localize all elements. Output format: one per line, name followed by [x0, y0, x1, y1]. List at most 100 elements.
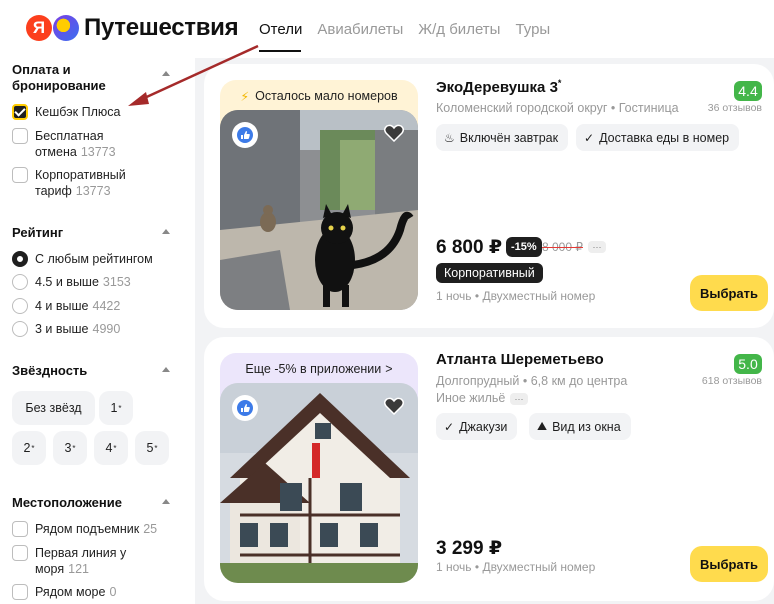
option-label: тариф [35, 184, 72, 198]
hotel-card[interactable]: Еще -5% в приложении > Атланта Шереметье… [204, 337, 774, 601]
radio-checked[interactable] [12, 251, 28, 267]
nav-flights[interactable]: Авиабилеты [317, 21, 403, 38]
collapse-chevron-icon[interactable] [162, 71, 170, 76]
stars-5-button[interactable]: 5 * [135, 431, 169, 465]
badge-text: Еще -5% в приложении [245, 362, 382, 376]
option-label: отмена [35, 145, 77, 159]
filter-rating-4-5[interactable]: 4.5 и выше 3153 [12, 274, 131, 290]
checkbox[interactable] [12, 128, 28, 144]
filter-cashback-plus[interactable]: Кешбэк Плюса [12, 104, 120, 120]
hotel-photo-block[interactable]: ⚡ Осталось мало номеров [220, 80, 418, 310]
checkbox[interactable] [12, 521, 28, 537]
hotel-name[interactable]: ЭкоДеревушка 3* [436, 78, 561, 96]
like-badge[interactable] [232, 395, 258, 421]
nav-tours[interactable]: Туры [515, 21, 550, 38]
option-count: 0 [109, 585, 117, 599]
filter-first-line-sea[interactable]: Первая линия у моря 121 [12, 545, 126, 577]
select-button[interactable]: Выбрать [690, 275, 768, 311]
option-count: 4990 [92, 322, 121, 336]
filter-near-sea[interactable]: Рядом море 0 [12, 584, 116, 600]
more-options-icon[interactable]: ··· [510, 393, 528, 405]
amenity-window-view: ⛰ Вид из окна [529, 413, 631, 440]
discount-badge: -15% [506, 237, 542, 257]
filter-payment-title-line2: бронирование [12, 78, 106, 93]
stars-1-button[interactable]: 1 * [99, 391, 133, 425]
rating-badge: 4.4 [734, 81, 762, 101]
hotel-name-text: ЭкоДеревушка 3 [436, 79, 558, 96]
filters-sidebar: Оплата и бронирование Кешбэк Плюса Беспл… [0, 58, 195, 604]
star-mark: * [72, 443, 76, 453]
hotel-type-row: Иное жильё [436, 391, 505, 405]
option-label: Кешбэк Плюса [35, 105, 121, 119]
star-value: 1 [110, 401, 118, 415]
reviews-count[interactable]: 618 отзывов [702, 375, 762, 387]
hotel-location: Коломенский городской округ • Гостиница [436, 101, 679, 115]
reviews-count[interactable]: 36 отзывов [708, 102, 762, 114]
filter-corporate-rate[interactable]: Корпоративный тариф 13773 [12, 167, 126, 199]
checkbox[interactable] [12, 545, 28, 561]
option-label: моря [35, 562, 65, 576]
filter-near-lift[interactable]: Рядом подъемник 25 [12, 521, 157, 537]
filter-rating-title[interactable]: Рейтинг [12, 225, 63, 241]
logo-text: Путешествия [84, 14, 239, 41]
room-type: Двухместный номер [482, 289, 596, 303]
option-count: 13773 [80, 145, 116, 159]
option-label: 4.5 и выше [35, 275, 99, 289]
collapse-chevron-icon[interactable] [162, 367, 170, 372]
nights-count: 1 ночь [436, 289, 472, 303]
star-mark: * [154, 443, 158, 453]
more-options-icon[interactable]: ··· [588, 241, 606, 253]
chevron-right-icon: > [385, 362, 393, 376]
hotel-card[interactable]: ⚡ Осталось мало номеров ЭкоДеревушка 3* … [204, 64, 774, 328]
lightning-icon: ⚡ [240, 90, 250, 104]
logo[interactable]: Я Путешествия [26, 14, 239, 42]
hotel-name[interactable]: Атланта Шереметьево [436, 351, 604, 368]
hotel-photo[interactable] [220, 110, 418, 310]
collapse-chevron-icon[interactable] [162, 499, 170, 504]
like-badge[interactable] [232, 122, 258, 148]
globe-logo-icon [53, 15, 79, 41]
checkbox[interactable] [12, 584, 28, 600]
nav-hotels[interactable]: Отели [259, 21, 302, 38]
collapse-chevron-icon[interactable] [162, 229, 170, 234]
filter-rating-4[interactable]: 4 и выше 4422 [12, 298, 120, 314]
filter-free-cancellation[interactable]: Бесплатная отмена 13773 [12, 128, 116, 160]
room-type: Двухместный номер [482, 560, 596, 574]
filter-rating-any[interactable]: С любым рейтингом [12, 251, 153, 267]
stars-2-button[interactable]: 2 * [12, 431, 46, 465]
amenity-label: Джакузи [459, 419, 508, 434]
stars-4-button[interactable]: 4 * [94, 431, 128, 465]
filter-stars-title[interactable]: Звёздность [12, 363, 87, 379]
option-count: 3153 [102, 275, 131, 289]
old-price: 8 000 ₽ [542, 240, 583, 254]
main-nav: Отели Авиабилеты Ж/д билеты Туры [259, 21, 550, 38]
rating-badge: 5.0 [734, 354, 762, 374]
checkbox[interactable] [12, 167, 28, 183]
filter-rating-3[interactable]: 3 и выше 4990 [12, 321, 120, 337]
filter-location-title[interactable]: Местоположение [12, 495, 122, 511]
checkbox-checked[interactable] [12, 104, 28, 120]
stars-3-button[interactable]: 3 * [53, 431, 87, 465]
hotel-photo[interactable] [220, 383, 418, 583]
stay-details: 1 ночь • Двухместный номер [436, 289, 596, 303]
hotel-location: Долгопрудный • 6,8 км до центра [436, 374, 628, 388]
filter-payment-title[interactable]: Оплата и бронирование [12, 62, 106, 94]
star-mark: * [31, 443, 35, 453]
favorite-heart-icon[interactable] [384, 397, 404, 415]
price: 3 299 ₽ [436, 538, 503, 559]
nav-trains[interactable]: Ж/д билеты [418, 21, 500, 38]
option-label: 4 и выше [35, 299, 89, 313]
select-button[interactable]: Выбрать [690, 546, 768, 582]
option-label: Корпоративный [35, 168, 126, 182]
radio[interactable] [12, 274, 28, 290]
thumbs-up-icon [237, 400, 253, 416]
badge-text: Осталось мало номеров [255, 89, 398, 103]
star-value: 4 [105, 441, 113, 455]
favorite-heart-icon[interactable] [384, 124, 404, 142]
hotel-photo-block[interactable]: Еще -5% в приложении > [220, 353, 418, 583]
radio[interactable] [12, 298, 28, 314]
stars-none-button[interactable]: Без звёзд [12, 391, 95, 425]
corporate-badge: Корпоративный [436, 263, 543, 283]
header: Я Путешествия Отели Авиабилеты Ж/д билет… [0, 0, 774, 58]
radio[interactable] [12, 321, 28, 337]
